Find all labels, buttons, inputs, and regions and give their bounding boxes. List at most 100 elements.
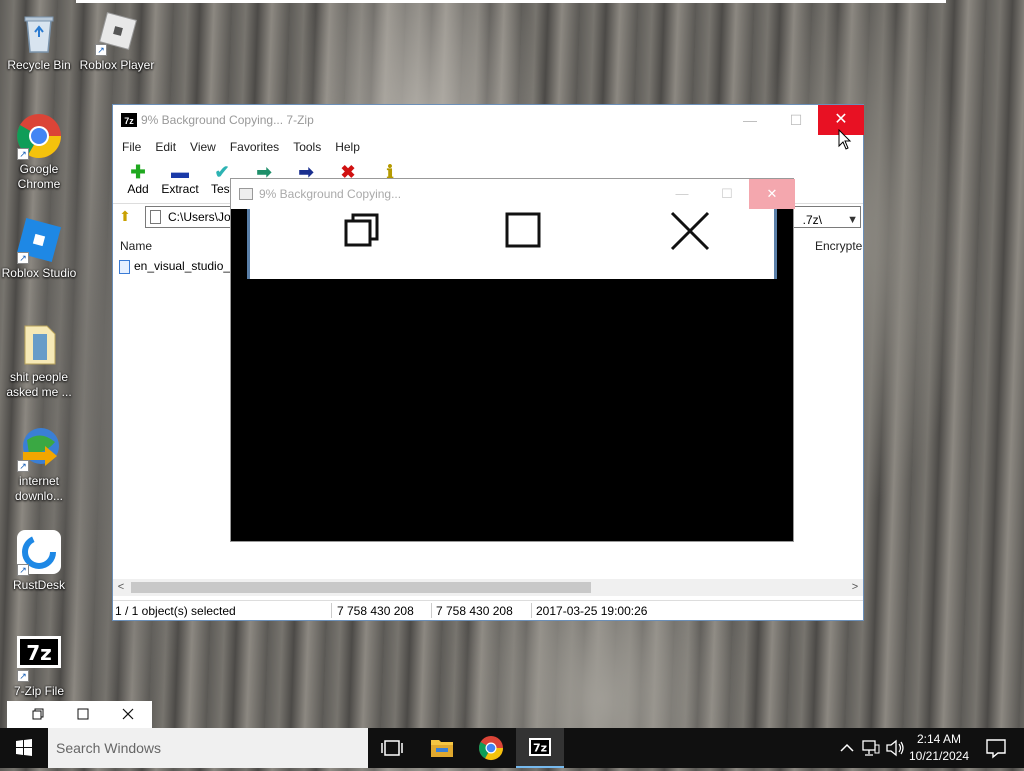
desktop-icon-label: Roblox Studio xyxy=(1,266,77,280)
clock[interactable]: 2:14 AM 10/21/2024 xyxy=(906,731,972,765)
close-icon[interactable] xyxy=(668,209,738,253)
desktop-icon-label: RustDesk xyxy=(12,578,65,592)
horizontal-scrollbar[interactable]: < > xyxy=(113,579,863,596)
shortcut-arrow-icon: ↗ xyxy=(17,460,29,472)
enlarged-window-controls xyxy=(247,209,777,279)
add-icon: ✚ xyxy=(130,162,146,182)
scroll-right-icon[interactable]: > xyxy=(847,579,863,596)
window-titlebar[interactable]: 7z 9% Background Copying... 7-Zip — ☐ ✕ xyxy=(113,105,864,136)
taskbar: Search Windows 7z 2:14 AM 10/21/2024 xyxy=(0,728,1024,768)
address-path-end: .7z\ xyxy=(802,213,822,227)
desktop-icon-label: Google Chrome xyxy=(17,162,61,191)
menu-help[interactable]: Help xyxy=(328,140,367,154)
column-header-name[interactable]: Name xyxy=(120,239,152,253)
shortcut-arrow-icon: ↗ xyxy=(95,44,107,56)
file-icon xyxy=(15,320,63,368)
file-icon xyxy=(119,259,130,274)
shortcut-arrow-icon: ↗ xyxy=(17,252,29,264)
clock-time: 2:14 AM xyxy=(916,732,962,746)
dialog-close-button[interactable]: ✕ xyxy=(749,179,795,209)
menu-edit[interactable]: Edit xyxy=(148,140,183,154)
restore-icon[interactable] xyxy=(13,701,61,728)
window-title: 9% Background Copying... 7-Zip xyxy=(141,113,314,127)
status-bar: 1 / 1 object(s) selected 7 758 430 208 7… xyxy=(113,600,863,620)
task-view-button[interactable] xyxy=(368,728,416,768)
svg-text:7z: 7z xyxy=(26,641,52,665)
column-header-encrypted[interactable]: Encrypte xyxy=(815,239,862,253)
desktop-icon-roblox-studio[interactable]: ↗ Roblox Studio xyxy=(0,216,78,281)
desktop-icon-internet-download-manager[interactable]: ↗ internet downlo... xyxy=(0,424,78,504)
rustdesk-icon: ↗ xyxy=(15,528,63,576)
menu-tools[interactable]: Tools xyxy=(286,140,328,154)
desktop-icon-label: Recycle Bin xyxy=(7,58,71,72)
dialog-minimize-button[interactable]: — xyxy=(659,179,705,209)
file-row[interactable]: en_visual_studio_c xyxy=(119,259,236,274)
globe-download-icon: ↗ xyxy=(15,424,63,472)
dialog-app-icon xyxy=(239,188,253,200)
show-hidden-icons-button[interactable] xyxy=(836,728,858,768)
chrome-icon xyxy=(478,736,503,761)
shortcut-arrow-icon: ↗ xyxy=(17,670,29,682)
minimize-button[interactable]: — xyxy=(727,105,773,135)
action-center-button[interactable] xyxy=(976,728,1016,768)
extract-icon: ▬ xyxy=(171,162,189,182)
folder-icon xyxy=(431,740,453,757)
extract-button[interactable]: ▬ Extract xyxy=(159,158,201,196)
menu-bar: File Edit View Favorites Tools Help xyxy=(113,136,863,158)
shortcut-arrow-icon: ↗ xyxy=(17,148,29,160)
chevron-down-icon[interactable]: ▼ xyxy=(847,210,858,227)
7zip-icon: 7z ↗ xyxy=(15,634,63,682)
chrome-taskbar-button[interactable] xyxy=(467,728,515,768)
dialog-maximize-button[interactable]: ☐ xyxy=(704,179,750,209)
maximize-button[interactable]: ☐ xyxy=(773,105,819,135)
extract-label: Extract xyxy=(161,182,199,196)
scroll-left-icon[interactable]: < xyxy=(113,579,129,596)
7zip-taskbar-button[interactable]: 7z xyxy=(516,728,564,768)
task-view-icon xyxy=(381,740,403,756)
address-path-start: C:\Users\Jo xyxy=(168,210,231,224)
desktop-icon-label: Roblox Player xyxy=(79,58,155,72)
desktop-icon-google-chrome[interactable]: ↗ Google Chrome xyxy=(0,112,78,192)
svg-text:7z: 7z xyxy=(533,742,547,755)
menu-view[interactable]: View xyxy=(183,140,223,154)
folder-up-icon[interactable]: ⬆ xyxy=(117,208,133,224)
menu-file[interactable]: File xyxy=(115,140,148,154)
add-button[interactable]: ✚ Add xyxy=(117,158,159,196)
file-name: en_visual_studio_c xyxy=(134,259,237,273)
restore-icon[interactable] xyxy=(342,209,412,253)
close-icon[interactable] xyxy=(104,701,152,728)
volume-button[interactable] xyxy=(884,728,906,768)
network-button[interactable] xyxy=(860,728,882,768)
desktop-icon-recycle-bin[interactable]: Recycle Bin xyxy=(0,8,78,73)
start-button[interactable] xyxy=(0,728,48,768)
add-label: Add xyxy=(127,182,149,196)
status-divider xyxy=(531,603,532,618)
mouse-cursor-icon xyxy=(838,129,852,150)
chevron-up-icon xyxy=(840,743,854,752)
file-explorer-button[interactable] xyxy=(418,728,466,768)
dialog-title: 9% Background Copying... xyxy=(259,187,402,201)
desktop-icon-roblox-player[interactable]: ↗ Roblox Player xyxy=(78,8,156,73)
7zip-icon: 7z xyxy=(529,738,551,756)
status-divider xyxy=(431,603,432,618)
desktop-icon-label: internet downlo... xyxy=(14,474,64,503)
clock-date: 10/21/2024 xyxy=(908,749,970,763)
desktop-icon-text-file[interactable]: shit people asked me ... xyxy=(0,320,78,400)
desktop-icon-label: 7-Zip File xyxy=(13,684,64,698)
window-top-edge xyxy=(76,0,946,3)
search-input[interactable]: Search Windows xyxy=(48,728,368,768)
maximize-icon[interactable] xyxy=(504,209,574,253)
roblox-studio-icon: ↗ xyxy=(15,216,63,264)
desktop-icon-7zip-file[interactable]: 7z ↗ 7-Zip File xyxy=(0,634,78,699)
speaker-icon xyxy=(886,739,904,757)
dialog-titlebar[interactable]: 9% Background Copying... — ☐ ✕ xyxy=(231,179,795,209)
document-icon xyxy=(150,210,161,224)
status-selection: 1 / 1 object(s) selected xyxy=(115,604,236,618)
maximize-icon[interactable] xyxy=(59,701,107,728)
menu-favorites[interactable]: Favorites xyxy=(223,140,286,154)
scrollbar-thumb[interactable] xyxy=(131,582,591,593)
notification-icon xyxy=(986,739,1006,759)
status-size: 7 758 430 208 xyxy=(337,604,414,618)
desktop-icon-rustdesk[interactable]: ↗ RustDesk xyxy=(0,528,78,593)
recycle-bin-icon xyxy=(15,8,63,56)
